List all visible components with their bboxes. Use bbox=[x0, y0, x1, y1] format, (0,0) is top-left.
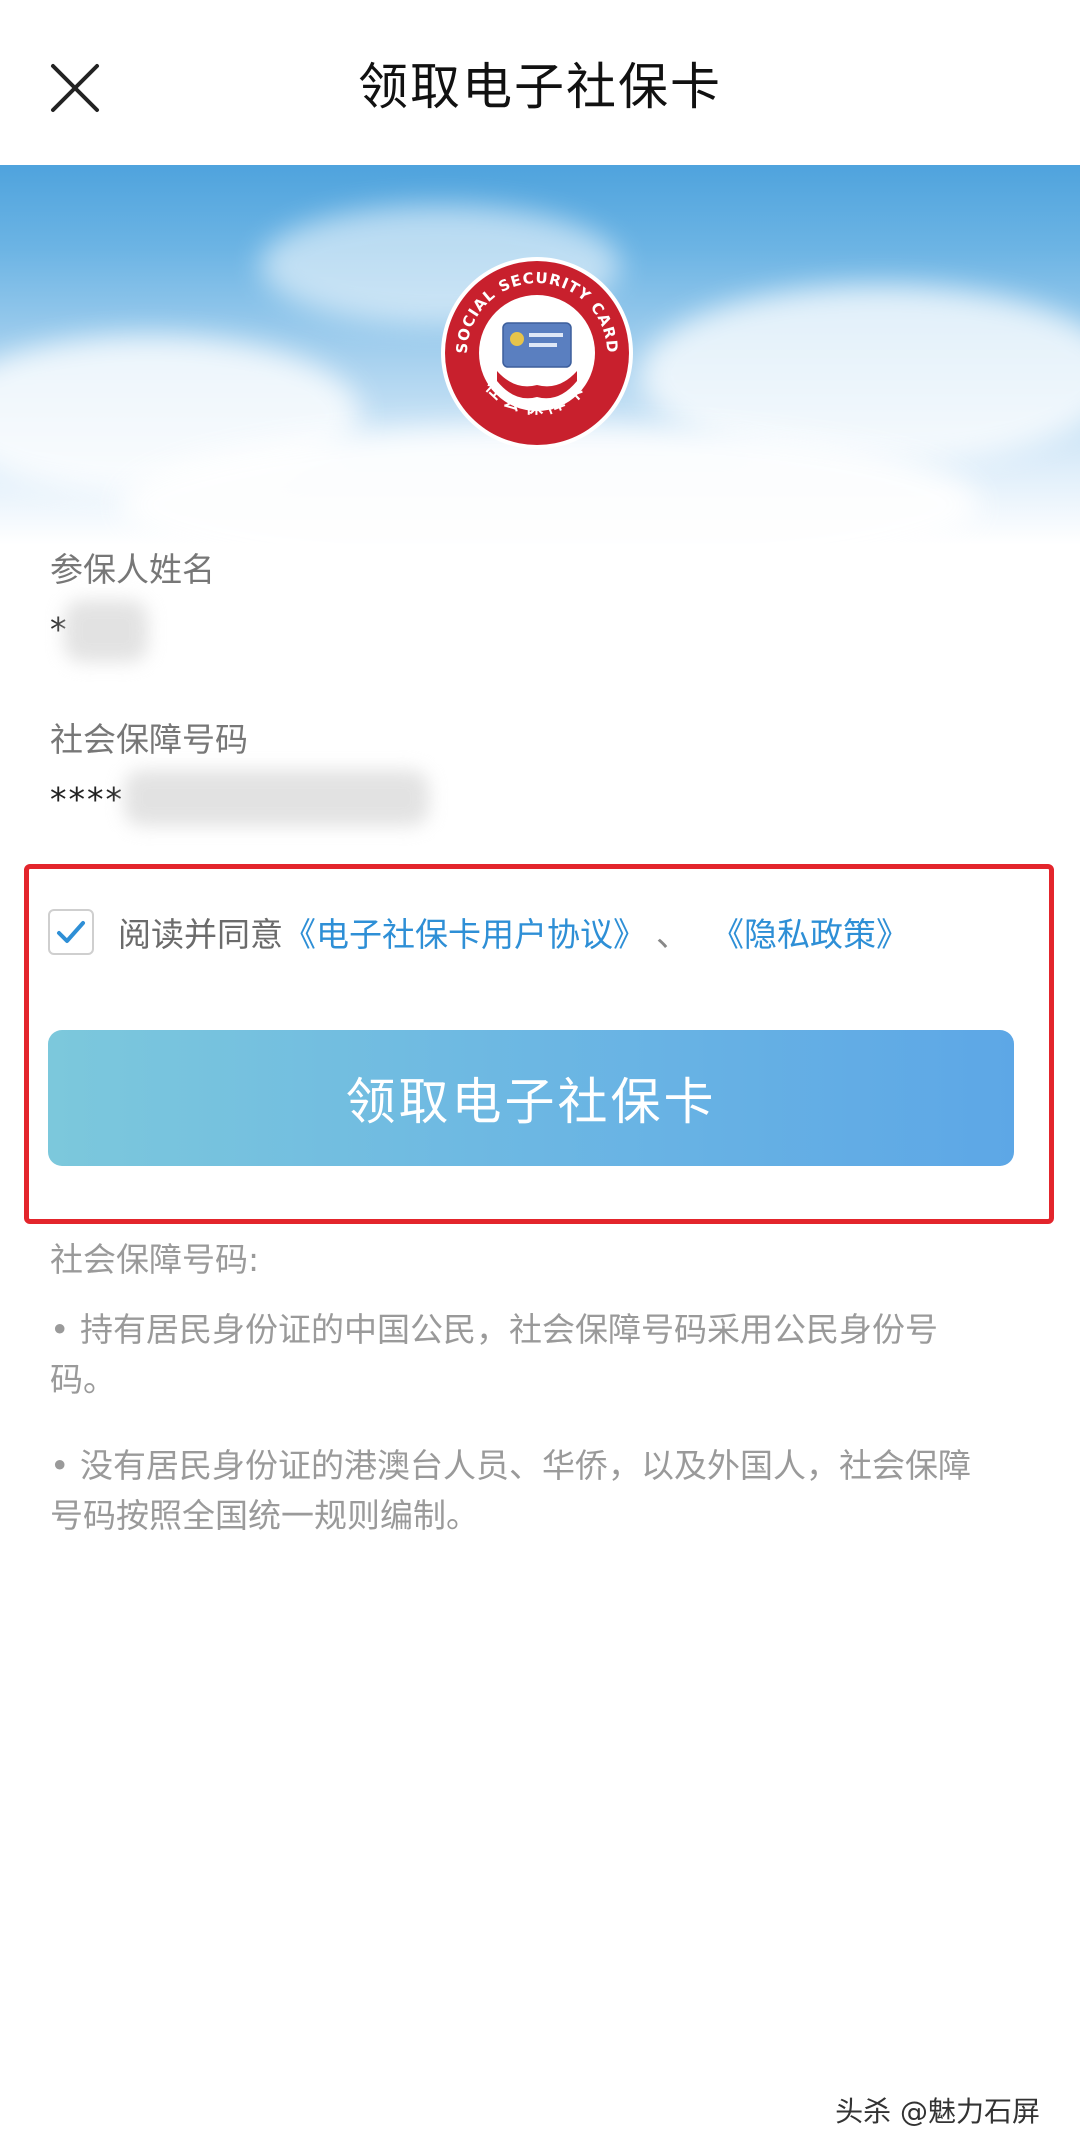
sky-banner: SOCIAL SECURITY CARD 社会保障卡 bbox=[0, 165, 1080, 545]
agreement-separator: 、 bbox=[656, 915, 689, 954]
user-agreement-link[interactable]: 《电子社保卡用户协议》 bbox=[283, 908, 646, 956]
note-item: • 没有居民身份证的港澳台人员、华侨，以及外国人，社会保障号码按照全国统一规则编… bbox=[50, 1446, 971, 1535]
notes-section: 社会保障号码: • 持有居民身份证的中国公民，社会保障号码采用公民身份号码。 •… bbox=[50, 1235, 990, 1577]
agreement-checkbox[interactable] bbox=[48, 909, 94, 955]
social-security-card-logo: SOCIAL SECURITY CARD 社会保障卡 bbox=[437, 253, 637, 453]
privacy-blur bbox=[124, 770, 429, 826]
nav-bar: 领取电子社保卡 bbox=[0, 0, 1080, 165]
check-icon bbox=[57, 921, 85, 943]
notes-title: 社会保障号码: bbox=[50, 1240, 260, 1279]
privacy-blur bbox=[64, 600, 148, 662]
watermark: 头杀 @魅力石屏 bbox=[835, 2095, 1040, 2128]
page: 领取电子社保卡 SOCIAL SECURITY CARD 社会保障卡 参保人姓名… bbox=[0, 0, 1080, 2149]
agreement-prefix: 阅读并同意 bbox=[118, 915, 283, 954]
id-number-label: 社会保障号码 bbox=[50, 720, 248, 759]
claim-card-button[interactable]: 领取电子社保卡 bbox=[48, 1030, 1014, 1166]
privacy-policy-link[interactable]: 《隐私政策》 bbox=[711, 908, 909, 956]
note-item: • 持有居民身份证的中国公民，社会保障号码采用公民身份号码。 bbox=[50, 1310, 938, 1399]
agreement-row: 阅读并同意 《电子社保卡用户协议》 、 《隐私政策》 bbox=[48, 900, 909, 964]
page-title: 领取电子社保卡 bbox=[358, 58, 722, 116]
id-number-value: **** bbox=[50, 780, 124, 819]
name-label: 参保人姓名 bbox=[50, 550, 215, 589]
